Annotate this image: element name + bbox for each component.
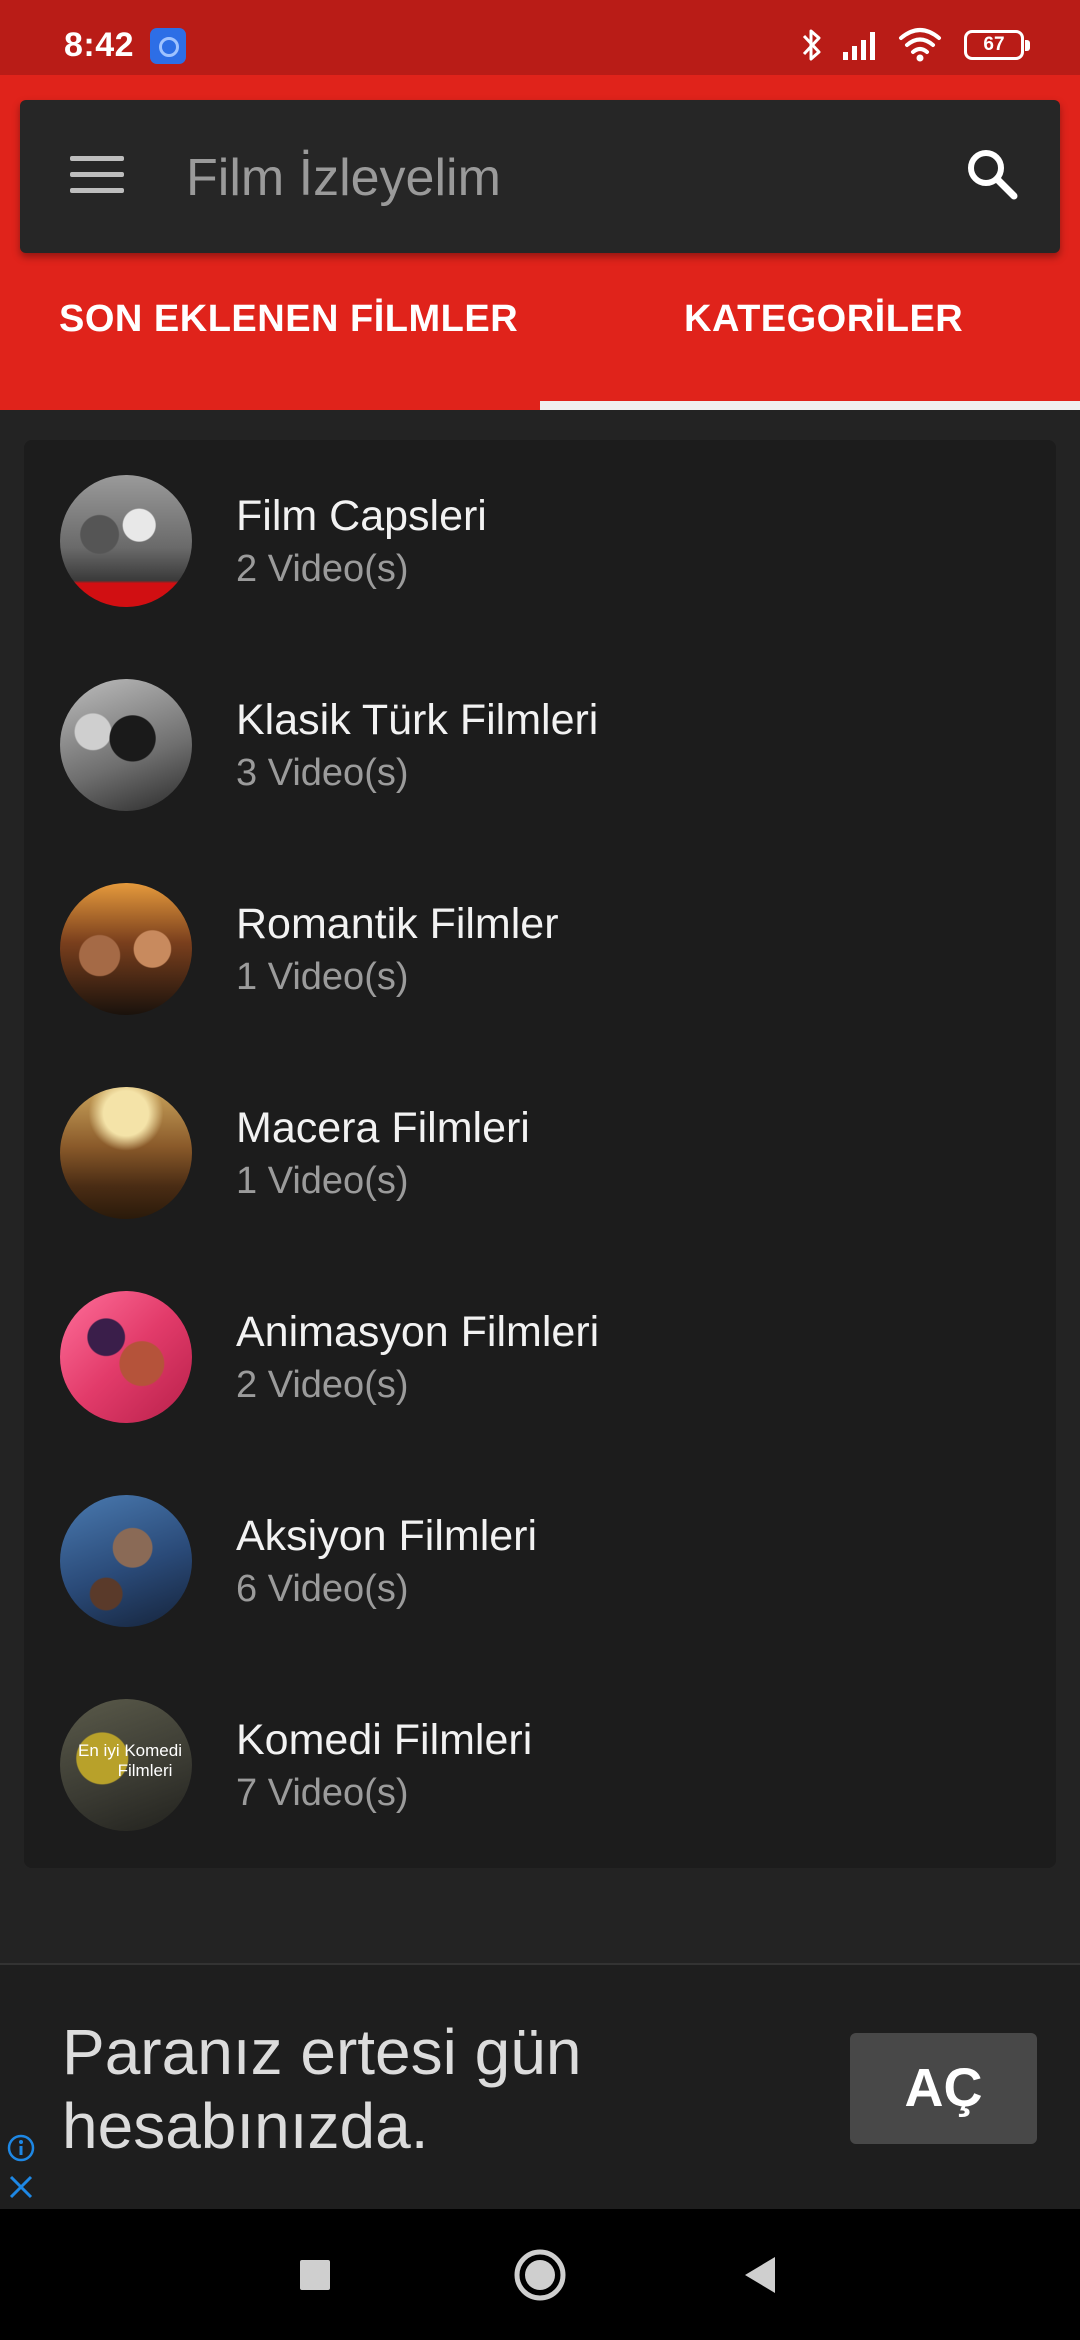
ad-close-icon[interactable] [6,2172,36,2202]
search-icon[interactable] [962,144,1022,204]
category-count: 6 Video(s) [236,1568,409,1610]
status-bar: 8:42 67 [0,0,1080,75]
battery-icon: 67 [964,30,1030,60]
tab-categories[interactable]: KATEGORİLER [684,298,963,394]
ad-info-icon[interactable] [6,2133,36,2163]
recents-button[interactable] [290,2209,340,2340]
category-thumbnail: En iyi Komedi Filmleri [60,1699,192,1831]
category-thumbnail [60,679,192,811]
wifi-icon [899,28,941,62]
ad-open-button[interactable]: AÇ [850,2033,1037,2144]
home-button[interactable] [510,2209,570,2340]
category-title: Film Capsleri [236,492,487,540]
bluetooth-icon [802,29,821,61]
category-count: 1 Video(s) [236,1160,409,1202]
category-count: 2 Video(s) [236,1364,409,1406]
menu-icon[interactable] [70,152,124,198]
back-button[interactable] [735,2209,785,2340]
list-item[interactable]: En iyi Komedi Filmleri Komedi Filmleri 7… [24,1664,1056,1868]
list-item[interactable]: Animasyon Filmleri 2 Video(s) [24,1256,1056,1460]
category-thumbnail [60,1087,192,1219]
list-item[interactable]: Romantik Filmler 1 Video(s) [24,848,1056,1052]
category-count: 7 Video(s) [236,1772,409,1814]
ad-text[interactable]: Paranız ertesi gün hesabınızda. [62,2015,782,2163]
list-item[interactable]: Film Capsleri 2 Video(s) [24,440,1056,644]
thumbnail-caption: En iyi Komedi Filmleri [78,1741,182,1780]
tab-indicator [540,401,1080,410]
category-title: Klasik Türk Filmleri [236,696,599,744]
status-time: 8:42 [64,26,135,64]
tab-latest-movies[interactable]: SON EKLENEN FİLMLER [59,298,518,394]
category-title: Macera Filmleri [236,1104,530,1152]
signal-icon [843,32,875,60]
category-list: Film Capsleri 2 Video(s) Klasik Türk Fil… [24,440,1056,1868]
category-title: Aksiyon Filmleri [236,1512,538,1560]
system-nav-bar [0,2209,1080,2340]
list-item[interactable]: Macera Filmleri 1 Video(s) [24,1052,1056,1256]
category-count: 3 Video(s) [236,752,409,794]
category-count: 1 Video(s) [236,956,409,998]
search-toolbar[interactable]: Film İzleyelim [20,100,1060,253]
category-title: Romantik Filmler [236,900,559,948]
toolbar-title[interactable]: Film İzleyelim [186,148,501,208]
category-thumbnail [60,883,192,1015]
ad-banner[interactable]: Paranız ertesi gün hesabınızda. AÇ [0,1963,1080,2211]
category-title: Animasyon Filmleri [236,1308,600,1356]
category-thumbnail [60,1291,192,1423]
category-title: Komedi Filmleri [236,1716,533,1764]
category-count: 2 Video(s) [236,548,409,590]
list-item[interactable]: Klasik Türk Filmleri 3 Video(s) [24,644,1056,848]
category-thumbnail [60,475,192,607]
category-thumbnail [60,1495,192,1627]
app-notification-icon [150,28,186,64]
list-item[interactable]: Aksiyon Filmleri 6 Video(s) [24,1460,1056,1664]
